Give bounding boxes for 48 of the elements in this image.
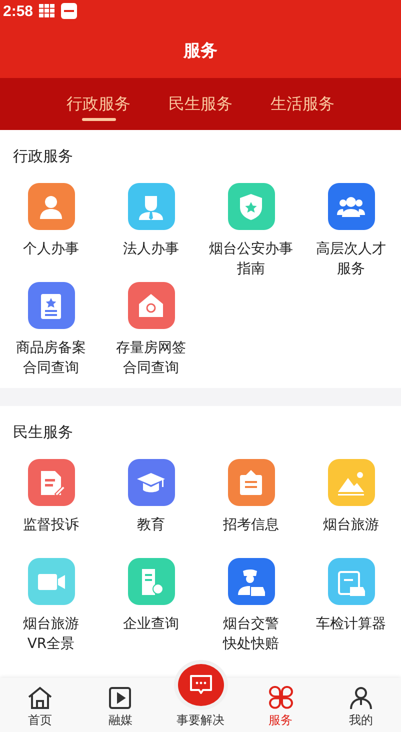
chat-icon [188, 674, 212, 696]
service-item[interactable]: 个人办事 [1, 183, 101, 279]
service-item[interactable]: 高层次人才服务 [301, 183, 401, 279]
service-item[interactable]: 招考信息 [201, 459, 301, 555]
service-label: 商品房备案合同查询 [15, 339, 87, 378]
service-item[interactable]: 烟台旅游VR全景 [1, 558, 101, 654]
service-item[interactable]: 教育 [101, 459, 201, 555]
service-label: 企业查询 [122, 615, 180, 634]
nav-item[interactable]: 融媒 [80, 678, 160, 732]
service-label: 个人办事 [22, 240, 80, 259]
service-label: 教育 [136, 516, 166, 535]
service-label: 存量房网签合同查询 [115, 339, 187, 378]
nav-item[interactable]: 我的 [320, 678, 401, 732]
service-item[interactable]: 车检计算器 [301, 558, 401, 654]
service-item[interactable]: 存量房网签合同查询 [101, 282, 201, 378]
service-label: 招考信息 [222, 516, 280, 535]
service-label: 车检计算器 [315, 615, 387, 634]
tab[interactable]: 民生服务 [168, 78, 232, 130]
section-title: 行政服务 [12, 146, 74, 167]
service-item[interactable]: 监督投诉 [1, 459, 101, 555]
service-label: 监督投诉 [22, 516, 80, 535]
tab[interactable]: 行政服务 [66, 78, 130, 130]
page-title: 服务 [184, 40, 218, 62]
tab[interactable]: 生活服务 [270, 78, 334, 130]
service-item[interactable]: 法人办事 [101, 183, 201, 279]
police-car-icon [236, 566, 266, 596]
service-label: 法人办事 [122, 240, 180, 259]
service-label: 烟台旅游 [322, 516, 380, 535]
section-title: 民生服务 [12, 422, 74, 443]
service-label: 高层次人才服务 [315, 240, 387, 279]
nav-item[interactable]: 服务 [240, 678, 321, 732]
service-label: 烟台公安办事指南 [208, 240, 294, 279]
grid-icon [268, 686, 294, 710]
service-item[interactable]: 烟台交警快处快赔 [201, 558, 301, 654]
service-label: 烟台旅游VR全景 [22, 615, 80, 654]
home-icon [27, 686, 54, 710]
profile-icon [348, 686, 374, 710]
service-label: 烟台交警快处快赔 [222, 615, 280, 654]
service-item[interactable]: 企业查询 [101, 558, 201, 654]
service-item[interactable]: 烟台旅游 [301, 459, 401, 555]
app-icon [61, 3, 78, 19]
grid-icon [39, 4, 56, 18]
service-item[interactable]: 商品房备案合同查询 [1, 282, 101, 378]
nav-item[interactable]: 事要解决 [160, 660, 241, 732]
play-icon [107, 686, 134, 710]
service-item[interactable]: 烟台公安办事指南 [201, 183, 301, 279]
status-time: 2:58 [3, 2, 34, 20]
nav-item[interactable]: 首页 [0, 678, 80, 732]
